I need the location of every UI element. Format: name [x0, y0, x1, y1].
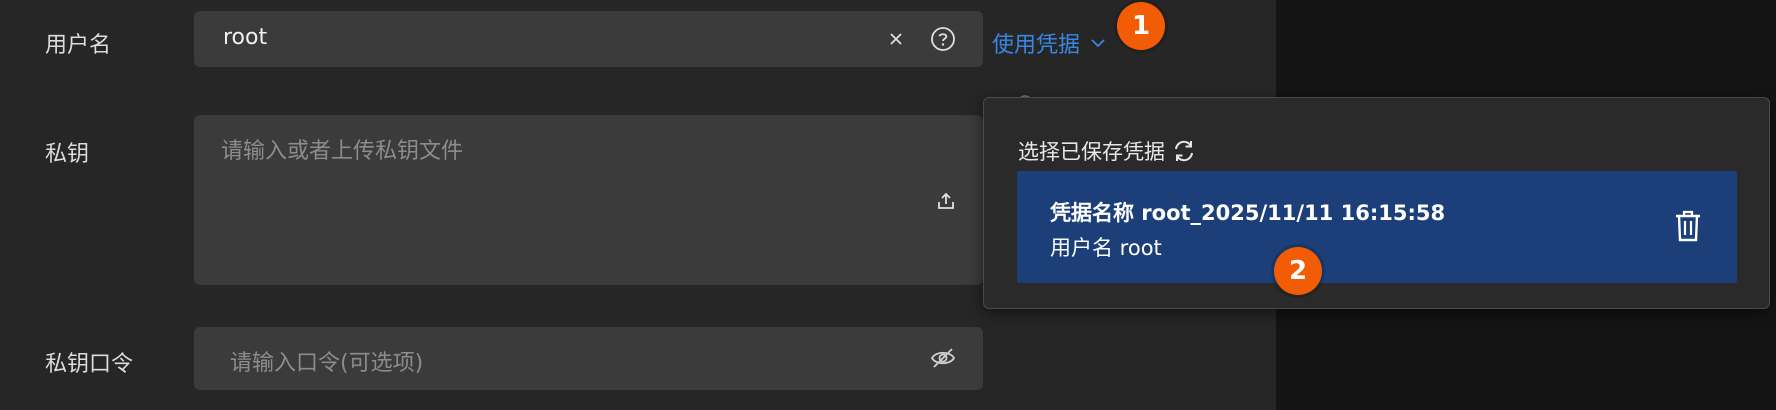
refresh-icon[interactable] [1171, 138, 1197, 164]
chevron-down-icon [1090, 38, 1106, 48]
passphrase-placeholder: 请输入口令(可选项) [230, 351, 424, 376]
use-credential-label: 使用凭据 [992, 33, 1081, 58]
passphrase-input[interactable]: 请输入口令(可选项) [194, 327, 983, 390]
private-key-textarea[interactable]: 请输入或者上传私钥文件 [194, 115, 983, 285]
callout-badge-2: 2 [1274, 247, 1322, 295]
private-key-placeholder: 请输入或者上传私钥文件 [221, 139, 464, 164]
saved-credentials-popover: 选择已保存凭据 凭据名称 root_2025/11/11 16:15:58 用户… [983, 97, 1770, 309]
passphrase-label: 私钥口令 [45, 352, 134, 377]
popover-title-text: 选择已保存凭据 [1018, 140, 1165, 164]
close-icon[interactable] [884, 27, 908, 51]
username-value: root [223, 25, 268, 50]
use-credential-link[interactable]: 使用凭据 [992, 27, 1106, 59]
username-field[interactable]: root [194, 11, 983, 67]
credential-item[interactable]: 凭据名称 root_2025/11/11 16:15:58 用户名 root [1017, 171, 1737, 283]
trash-icon[interactable] [1673, 209, 1703, 243]
credential-name: 凭据名称 root_2025/11/11 16:15:58 [1050, 201, 1446, 225]
private-key-label: 私钥 [45, 142, 90, 167]
eye-invisible-icon[interactable] [928, 344, 958, 372]
question-circle-icon[interactable] [929, 25, 957, 53]
username-label: 用户名 [45, 33, 112, 58]
popover-title: 选择已保存凭据 [1018, 136, 1197, 166]
credential-user: 用户名 root [1050, 236, 1162, 260]
upload-icon[interactable] [934, 189, 958, 213]
callout-badge-1: 1 [1117, 2, 1165, 50]
